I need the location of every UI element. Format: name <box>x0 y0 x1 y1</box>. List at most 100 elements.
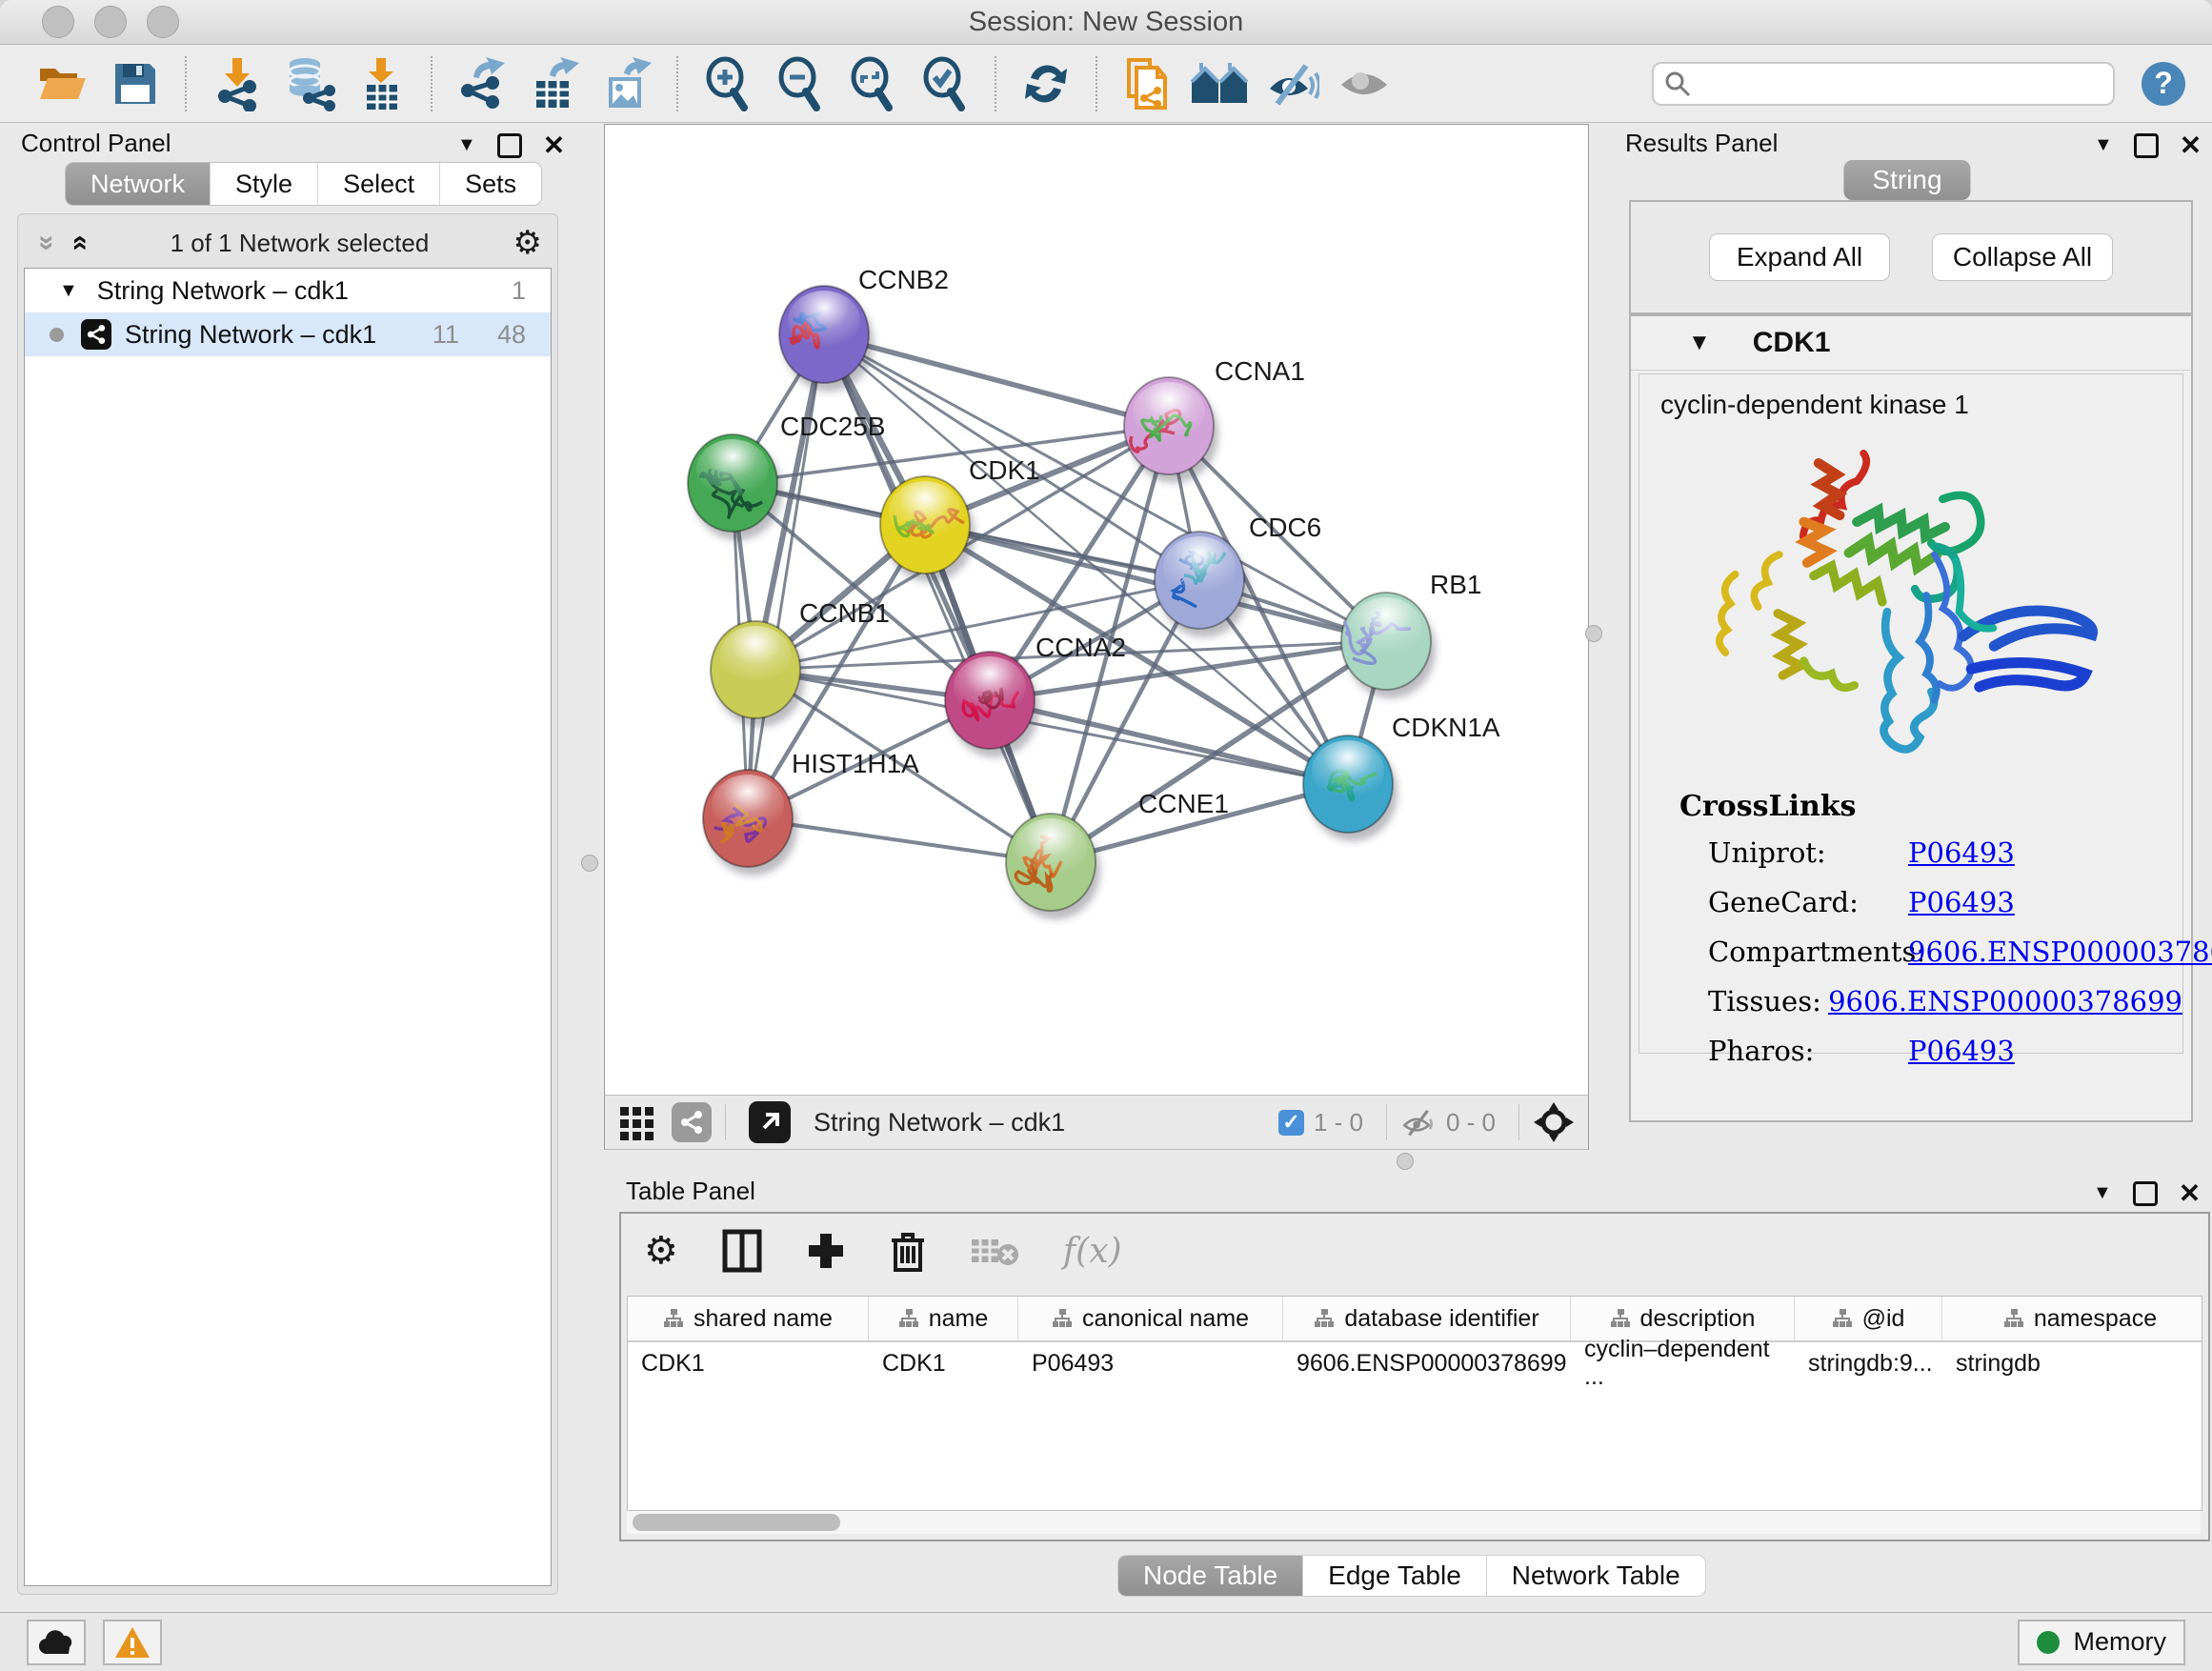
open-session-button[interactable] <box>33 54 92 113</box>
first-neighbors-button[interactable] <box>1190 54 1249 113</box>
tab-node-table[interactable]: Node Table <box>1117 1555 1303 1597</box>
grid-view-icon[interactable] <box>618 1103 656 1141</box>
zoom-selected-button[interactable] <box>915 54 975 113</box>
duplicate-network-button[interactable] <box>1117 54 1176 113</box>
string-share-icon[interactable] <box>672 1102 712 1142</box>
network-node-HIST1H1A[interactable]: HIST1H1A <box>703 749 919 876</box>
network-collection-row[interactable]: ▼ String Network – cdk1 1 <box>25 269 551 312</box>
memory-button[interactable]: Memory <box>2018 1620 2185 1665</box>
warnings-button[interactable] <box>103 1620 162 1665</box>
table-panel-close-button[interactable]: ✕ <box>2179 1178 2201 1209</box>
network-list: ▼ String Network – cdk1 1 String Network… <box>24 268 552 1586</box>
crosshair-icon[interactable] <box>1533 1101 1575 1143</box>
delete-table-icon[interactable] <box>970 1234 1019 1268</box>
table-cell[interactable]: CDK1 <box>628 1342 869 1384</box>
import-table-file-button[interactable] <box>352 54 411 113</box>
zoom-fit-button[interactable] <box>843 54 902 113</box>
column-header-namespace[interactable]: namespace <box>1942 1297 2202 1340</box>
tab-select[interactable]: Select <box>318 163 440 205</box>
table-row[interactable]: CDK1CDK1P064939606.ENSP00000378699cyclin… <box>628 1342 2202 1384</box>
import-network-file-button[interactable] <box>207 54 266 113</box>
column-header-database-identifier[interactable]: database identifier <box>1283 1297 1571 1340</box>
search-input[interactable] <box>1652 62 2115 106</box>
hscroll-thumb[interactable] <box>633 1514 840 1531</box>
table-panel-float-button[interactable] <box>2133 1181 2158 1206</box>
show-all-button[interactable] <box>1335 54 1394 113</box>
network-node-CCNA1[interactable]: CCNA1 <box>1124 356 1305 483</box>
birdseye-view-button[interactable] <box>749 1101 791 1143</box>
network-edge-CCNB2-HIST1H1A[interactable] <box>748 334 824 818</box>
tab-sets[interactable]: Sets <box>440 163 541 205</box>
network-row[interactable]: String Network – cdk1 11 48 <box>25 312 551 356</box>
help-button[interactable]: ? <box>2142 62 2185 106</box>
crosslink-link[interactable]: 9606.ENSP00000378699 <box>1828 985 2182 1017</box>
tab-string[interactable]: String <box>1843 160 1970 200</box>
table-settings-gear-icon[interactable]: ⚙ <box>644 1229 678 1273</box>
zoom-out-button[interactable] <box>771 54 830 113</box>
cloud-status-button[interactable] <box>27 1620 86 1665</box>
table-cell[interactable]: CDK1 <box>869 1342 1018 1384</box>
network-node-CCNB2[interactable]: CCNB2 <box>779 265 949 392</box>
import-network-database-button[interactable] <box>279 54 338 113</box>
crosslink-link[interactable]: 9606.ENSP00000378699 <box>1908 936 2212 968</box>
tab-edge-table[interactable]: Edge Table <box>1303 1555 1487 1597</box>
collapse-all-button[interactable]: Collapse All <box>1932 233 2113 281</box>
expand-all-button[interactable]: Expand All <box>1709 233 1890 281</box>
column-header-label: shared name <box>694 1305 833 1333</box>
results-panel-menu-button[interactable]: ▼ <box>2094 134 2113 156</box>
network-node-RB1[interactable]: RB1 <box>1341 570 1481 698</box>
control-panel-close-button[interactable]: ✕ <box>543 130 565 161</box>
table-cell[interactable]: P06493 <box>1018 1342 1283 1384</box>
function-builder-icon[interactable]: f(x) <box>1063 1232 1122 1271</box>
control-panel-menu-button[interactable]: ▼ <box>457 134 476 156</box>
tab-style[interactable]: Style <box>211 163 318 205</box>
export-table-button[interactable] <box>525 54 584 113</box>
column-header-name[interactable]: name <box>869 1297 1018 1340</box>
network-node-CDK1[interactable]: CDK1 <box>880 455 1040 582</box>
canvas-network-title: String Network – cdk1 <box>814 1108 1278 1137</box>
tab-network-table[interactable]: Network Table <box>1487 1555 1706 1597</box>
gene-collapse-icon[interactable]: ▼ <box>1688 330 1711 356</box>
table-cell[interactable]: stringdb:9... <box>1795 1342 1942 1384</box>
toggle-columns-icon[interactable] <box>722 1229 762 1273</box>
tab-network[interactable]: Network <box>66 163 211 205</box>
network-canvas[interactable]: CCNB2CCNA1CDC25BCDK1CDC6RB1CCNB1CCNA2CDK… <box>604 124 1589 1096</box>
results-panel-float-button[interactable] <box>2134 133 2159 158</box>
delete-column-trash-icon[interactable] <box>890 1229 926 1273</box>
hide-selected-button[interactable] <box>1262 54 1321 113</box>
network-options-gear-icon[interactable]: ⚙ <box>513 224 542 262</box>
selected-nodes-checkbox[interactable]: ✓ <box>1278 1110 1304 1136</box>
apply-layout-button[interactable] <box>1016 54 1076 113</box>
add-column-icon[interactable] <box>806 1231 846 1271</box>
column-header-@id[interactable]: @id <box>1795 1297 1942 1340</box>
right-splitter-grip[interactable] <box>1585 625 1602 642</box>
collection-expand-icon[interactable]: ▼ <box>59 280 78 302</box>
results-panel-close-button[interactable]: ✕ <box>2180 130 2202 161</box>
export-network-button[interactable] <box>452 54 512 113</box>
crosslink-link[interactable]: P06493 <box>1908 836 2015 869</box>
save-session-button[interactable] <box>106 54 165 113</box>
collapse-all-networks-icon[interactable]: » <box>32 235 61 252</box>
crosslink-link[interactable]: P06493 <box>1908 1035 2015 1067</box>
left-splitter-grip[interactable] <box>581 855 598 872</box>
column-header-shared-name[interactable]: shared name <box>628 1297 869 1340</box>
control-panel-float-button[interactable] <box>497 133 522 158</box>
table-cell[interactable]: 9606.ENSP00000378699 <box>1283 1342 1571 1384</box>
crosslink-label: Tissues: <box>1708 985 1828 1017</box>
zoom-in-button[interactable] <box>698 54 757 113</box>
crosslink-link[interactable]: P06493 <box>1908 886 2015 918</box>
table-panel-menu-button[interactable]: ▼ <box>2093 1182 2112 1204</box>
control-panel: Control Panel ▼ ✕ Network Style Select S… <box>8 126 566 1595</box>
expand-all-networks-icon[interactable]: » <box>64 235 92 252</box>
export-image-button[interactable] <box>597 54 656 113</box>
hidden-eye-icon[interactable] <box>1400 1107 1437 1137</box>
table-cell[interactable]: cyclin–dependent ... <box>1571 1342 1795 1384</box>
bottom-splitter-grip[interactable] <box>1397 1153 1414 1170</box>
table-hscrollbar[interactable] <box>627 1511 2201 1534</box>
network-node-CDKN1A[interactable]: CDKN1A <box>1303 713 1500 841</box>
column-header-description[interactable]: description <box>1571 1297 1795 1340</box>
network-node-CCNE1[interactable]: CCNE1 <box>1006 789 1229 919</box>
table-cell[interactable]: stringdb <box>1942 1342 2202 1384</box>
gene-section-header[interactable]: ▼ CDK1 <box>1631 316 2191 371</box>
column-header-canonical-name[interactable]: canonical name <box>1018 1297 1283 1340</box>
